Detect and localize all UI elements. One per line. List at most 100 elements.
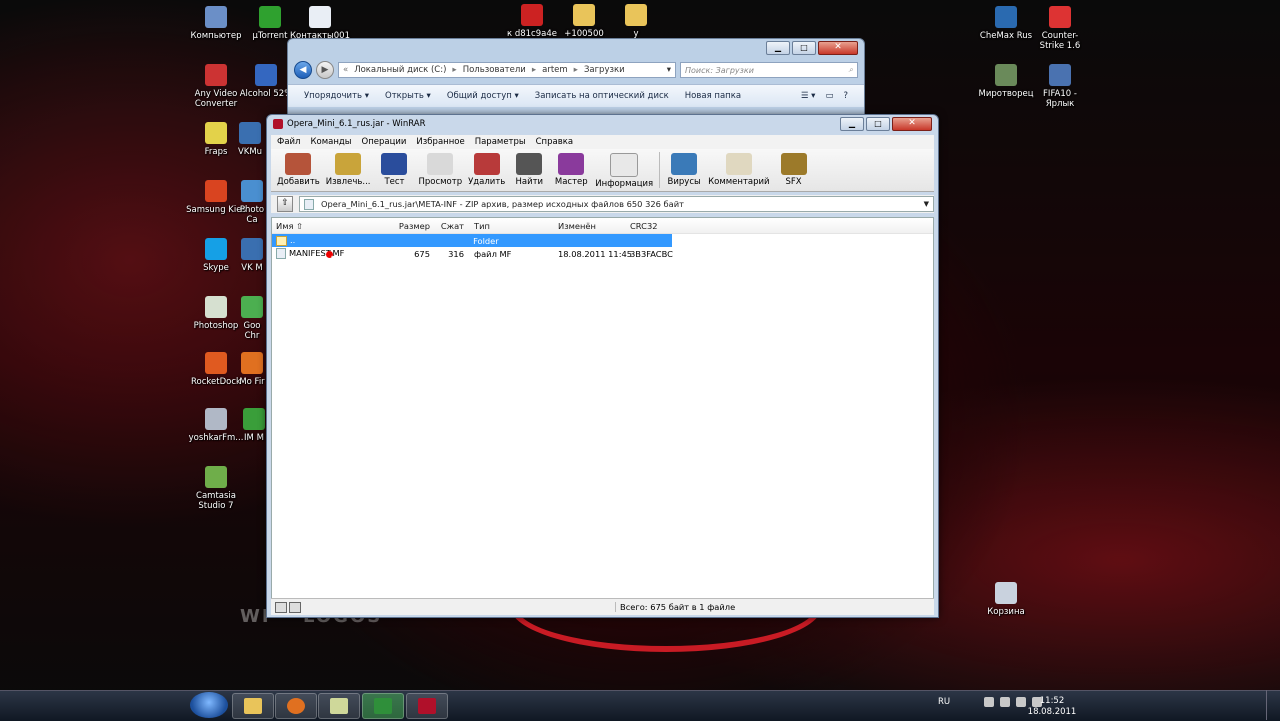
find-button[interactable]: Найти <box>511 149 547 187</box>
archive-path-field[interactable]: Opera_Mini_6.1_rus.jar\META-INF - ZIP ар… <box>299 196 934 212</box>
sfx-button[interactable]: SFX <box>776 149 812 187</box>
maximize-button[interactable]: □ <box>792 41 816 55</box>
show-desktop-button[interactable] <box>1266 690 1280 720</box>
menu-favorites[interactable]: Избранное <box>416 137 464 147</box>
desktop-icon-folder-100500[interactable]: +100500 <box>554 4 614 39</box>
start-button[interactable] <box>190 692 228 718</box>
address-dropdown-icon[interactable]: ▾ <box>667 65 671 75</box>
winrar-toolbar: Добавить Извлечь... Тест Просмотр Удалит… <box>271 149 934 192</box>
taskbar-app-utility[interactable] <box>362 693 404 719</box>
tray-flag-icon[interactable] <box>984 697 995 707</box>
language-indicator[interactable]: RU <box>938 697 950 707</box>
desktop-icon-fifa10[interactable]: FIFA10 - Ярлык <box>1030 64 1090 109</box>
column-crc32[interactable]: CRC32 <box>626 221 674 231</box>
desktop-icon-computer[interactable]: Компьютер <box>186 6 246 41</box>
breadcrumb-user[interactable]: artem <box>542 65 568 75</box>
path-dropdown-icon[interactable]: ▼ <box>924 200 929 208</box>
tray-network-icon[interactable] <box>1000 697 1011 707</box>
desktop-icon-file-k[interactable]: к d81c9a4e <box>502 4 562 39</box>
explorer-search-input[interactable]: Поиск: Загрузки ⌕ <box>680 62 858 78</box>
delete-icon <box>473 153 500 175</box>
desktop-icon-counter-strike[interactable]: Counter-Strike 1.6 <box>1030 6 1090 51</box>
menu-operations[interactable]: Операции <box>362 137 407 147</box>
desktop-icon-mirotvorets[interactable]: Миротворец <box>976 64 1036 99</box>
key-icon[interactable] <box>289 601 301 613</box>
close-button[interactable]: ✕ <box>818 41 858 55</box>
desktop-icon-photo-ca[interactable]: Photo Ca <box>236 180 268 225</box>
winrar-icon <box>418 698 436 714</box>
desktop-icon-vkmu[interactable]: VKMu <box>232 122 268 157</box>
breadcrumb-drive[interactable]: Локальный диск (C:) <box>354 65 446 75</box>
file-list[interactable]: Имя ⇧ Размер Сжат Тип Изменён CRC32 .. F… <box>271 217 934 599</box>
up-folder-icon[interactable]: ⇧ <box>277 196 293 212</box>
status-icons <box>271 601 301 613</box>
desktop-icon-google-chrome[interactable]: Goo Chr <box>236 296 268 341</box>
close-button[interactable]: ✕ <box>892 117 932 131</box>
add-button[interactable]: Добавить <box>277 149 320 187</box>
open-button[interactable]: Открыть ▾ <box>385 91 431 101</box>
virus-scan-button[interactable]: Вирусы <box>666 149 702 187</box>
column-size[interactable]: Размер <box>356 221 436 231</box>
taskbar-app-winrar[interactable] <box>406 693 448 719</box>
new-folder-button[interactable]: Новая папка <box>685 91 741 101</box>
menu-file[interactable]: Файл <box>277 137 300 147</box>
extract-button[interactable]: Извлечь... <box>326 149 370 187</box>
taskbar-app-notes[interactable] <box>318 693 360 719</box>
winrar-window[interactable]: Opera_Mini_6.1_rus.jar - WinRAR ▁ □ ✕ Фа… <box>266 114 939 618</box>
status-bar: Всего: 675 байт в 1 файле <box>271 598 934 615</box>
preview-pane-icon[interactable]: ▭ <box>825 91 833 101</box>
minimize-button[interactable]: ▁ <box>766 41 790 55</box>
minimize-button[interactable]: ▁ <box>840 117 864 131</box>
taskbar-app-firefox[interactable] <box>275 693 317 719</box>
column-modified[interactable]: Изменён <box>554 221 626 231</box>
sort-ascending-icon: ⇧ <box>296 220 304 231</box>
forward-icon[interactable]: ▶ <box>316 61 334 79</box>
column-name[interactable]: Имя ⇧ <box>272 221 356 231</box>
organize-button[interactable]: Упорядочить ▾ <box>304 91 369 101</box>
share-button[interactable]: Общий доступ ▾ <box>447 91 519 101</box>
desktop-icon-vkm[interactable]: VK M <box>236 238 268 273</box>
breadcrumb-users[interactable]: Пользователи <box>463 65 526 75</box>
menu-help[interactable]: Справка <box>536 137 573 147</box>
table-row[interactable]: MANIFEST.MF 675 316 файл MF 18.08.2011 1… <box>272 247 933 260</box>
taskbar-app-explorer[interactable] <box>232 693 274 719</box>
drive-icon[interactable] <box>275 601 287 613</box>
window-title: Opera_Mini_6.1_rus.jar - WinRAR <box>287 119 426 129</box>
archive-path-bar: ⇧ Opera_Mini_6.1_rus.jar\META-INF - ZIP … <box>271 195 934 213</box>
back-icon[interactable]: ◀ <box>294 61 312 79</box>
clock-date: 18.08.2011 <box>1027 707 1077 717</box>
breadcrumb-downloads[interactable]: Загрузки <box>584 65 625 75</box>
table-row[interactable]: .. Folder <box>272 234 672 247</box>
view-options-icon[interactable]: ☰ ▾ <box>801 91 816 101</box>
test-button[interactable]: Тест <box>376 149 412 187</box>
folder-icon <box>244 698 262 714</box>
desktop-icon-camtasia[interactable]: Camtasia Studio 7 <box>186 466 246 511</box>
help-icon[interactable]: ? <box>843 91 848 101</box>
column-packed[interactable]: Сжат <box>436 221 470 231</box>
maximize-button[interactable]: □ <box>866 117 890 131</box>
column-type[interactable]: Тип <box>470 221 554 231</box>
winrar-title-bar[interactable]: Opera_Mini_6.1_rus.jar - WinRAR ▁ □ ✕ <box>267 115 938 133</box>
desktop-icon-contacts[interactable]: Контакты001 <box>290 6 350 41</box>
soldier-icon <box>995 64 1017 86</box>
comment-button[interactable]: Комментарий <box>708 149 770 187</box>
view-button[interactable]: Просмотр <box>418 149 462 187</box>
desktop-icon-mozilla-firefox[interactable]: Mo Fir <box>236 352 268 387</box>
winrar-window-controls: ▁ □ ✕ <box>840 117 932 131</box>
delete-button[interactable]: Удалить <box>468 149 505 187</box>
info-button[interactable]: Информация <box>595 149 653 189</box>
menu-options[interactable]: Параметры <box>475 137 526 147</box>
taskbar-clock[interactable]: 11:52 18.08.2011 <box>1022 696 1082 718</box>
explorer-window[interactable]: ▁ □ ✕ ◀ ▶ « Локальный диск (C:) ▸ Пользо… <box>287 38 865 122</box>
desktop-icon-yoshkarfm[interactable]: yoshkarFm... <box>186 408 246 443</box>
recycle-bin-icon <box>995 582 1017 604</box>
desktop-icon-chemax[interactable]: CheMax Rus <box>976 6 1036 41</box>
menu-commands[interactable]: Команды <box>310 137 351 147</box>
rocketdock-icon <box>205 352 227 374</box>
desktop-icon-recycle-bin[interactable]: Корзина <box>976 582 1036 617</box>
burn-disc-button[interactable]: Записать на оптический диск <box>535 91 669 101</box>
desktop-icon-folder-y[interactable]: у <box>606 4 666 39</box>
wizard-button[interactable]: Мастер <box>553 149 589 187</box>
wizard-icon <box>558 153 585 175</box>
explorer-address-bar[interactable]: « Локальный диск (C:) ▸ Пользователи ▸ a… <box>338 62 676 78</box>
